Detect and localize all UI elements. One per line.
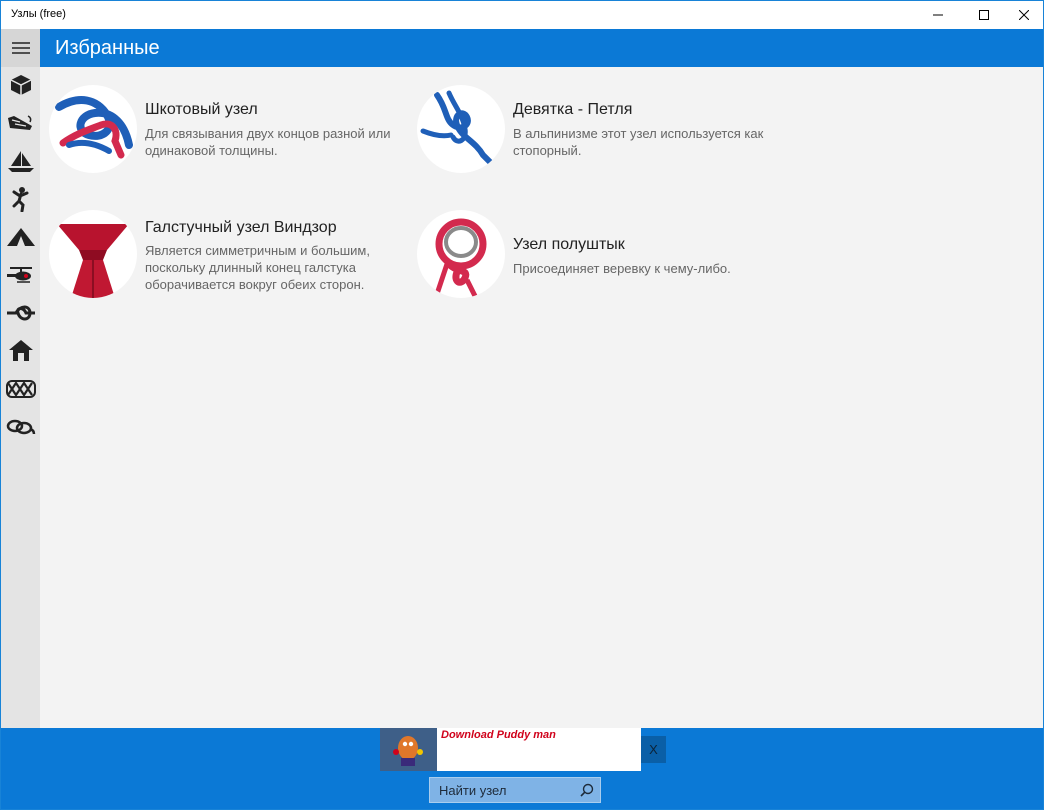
hamburger-menu-button[interactable] bbox=[1, 29, 40, 67]
knot-title: Узел полуштык bbox=[513, 236, 625, 253]
half-hitch-knot-image bbox=[434, 218, 487, 298]
search-box[interactable]: Найти узел bbox=[429, 777, 601, 803]
box-icon bbox=[10, 75, 31, 95]
sailboat-icon bbox=[7, 151, 34, 172]
sheet-bend-knot-image bbox=[55, 96, 133, 159]
celtic-knot-icon bbox=[5, 380, 36, 398]
climber-icon bbox=[12, 187, 28, 212]
windsor-tie-image bbox=[57, 224, 129, 298]
boat-hull-icon bbox=[7, 115, 32, 130]
sidebar-item-boat-hull[interactable] bbox=[5, 108, 36, 138]
minimize-button[interactable] bbox=[915, 1, 961, 29]
title-bar: Узлы (free) bbox=[1, 1, 1043, 29]
ad-close-button[interactable]: X bbox=[641, 736, 666, 763]
ad-text: Download Puddy man bbox=[441, 729, 556, 741]
sidebar bbox=[1, 29, 40, 728]
sidebar-item-tent[interactable] bbox=[5, 222, 36, 252]
app-title: Узлы (free) bbox=[11, 8, 66, 20]
tent-icon bbox=[6, 228, 35, 246]
sidebar-item-climber[interactable] bbox=[5, 184, 36, 214]
puddy-man-icon bbox=[393, 736, 423, 766]
close-icon bbox=[1019, 10, 1029, 20]
helicopter-icon bbox=[6, 267, 32, 283]
bottom-bar: Download Puddy man X Найти узел bbox=[1, 728, 1043, 809]
sidebar-item-rope-loop[interactable] bbox=[5, 298, 36, 328]
favorites-list: Шкотовый узел Для связывания двух концов… bbox=[40, 67, 1043, 728]
search-placeholder: Найти узел bbox=[439, 783, 507, 798]
minimize-icon bbox=[933, 14, 943, 16]
page-title: Избранные bbox=[55, 37, 160, 59]
knot-card-half-hitch[interactable]: Узел полуштык Присоединяет веревку к чем… bbox=[417, 210, 777, 300]
figure-eight-knot-image bbox=[420, 90, 494, 166]
ad-banner[interactable]: Download Puddy man bbox=[380, 728, 641, 771]
sidebar-item-rope-coil[interactable] bbox=[5, 412, 36, 442]
knot-title: Девятка - Петля bbox=[513, 101, 633, 118]
maximize-icon bbox=[979, 10, 989, 20]
search-icon[interactable] bbox=[580, 783, 594, 797]
hamburger-icon bbox=[11, 42, 30, 54]
knot-thumbnail bbox=[417, 85, 505, 173]
sidebar-item-celtic-knot[interactable] bbox=[5, 374, 36, 404]
ad-image bbox=[380, 728, 437, 771]
sidebar-item-helicopter[interactable] bbox=[5, 260, 36, 290]
knot-card-figure-eight-loop[interactable]: Девятка - Петля В альпинизме этот узел и… bbox=[417, 85, 777, 175]
app-window: Узлы (free) Избранные Шкотовый узел Для … bbox=[0, 0, 1044, 810]
rope-coil-icon bbox=[6, 419, 35, 435]
knot-title: Шкотовый узел bbox=[145, 101, 258, 118]
sidebar-item-box[interactable] bbox=[5, 70, 36, 100]
close-button[interactable] bbox=[1001, 1, 1043, 29]
knot-description: Присоединяет веревку к чему-либо. bbox=[513, 261, 731, 276]
page-header: Избранные bbox=[40, 29, 1043, 67]
knot-card-sheet-bend[interactable]: Шкотовый узел Для связывания двух концов… bbox=[49, 85, 409, 175]
knot-thumbnail bbox=[49, 85, 137, 173]
house-icon bbox=[8, 340, 33, 361]
sidebar-item-sailboat[interactable] bbox=[5, 146, 36, 176]
knot-description: Является симметричным и большим, посколь… bbox=[145, 243, 370, 292]
rope-loop-icon bbox=[6, 305, 35, 321]
sidebar-item-house[interactable] bbox=[5, 336, 36, 366]
knot-description: Для связывания двух концов разной или од… bbox=[145, 126, 391, 158]
knot-thumbnail bbox=[49, 210, 137, 298]
knot-description: В альпинизме этот узел используется как … bbox=[513, 126, 764, 158]
knot-card-windsor[interactable]: Галстучный узел Виндзор Является симметр… bbox=[49, 210, 409, 300]
knot-title: Галстучный узел Виндзор bbox=[145, 219, 337, 236]
knot-thumbnail bbox=[417, 210, 505, 298]
